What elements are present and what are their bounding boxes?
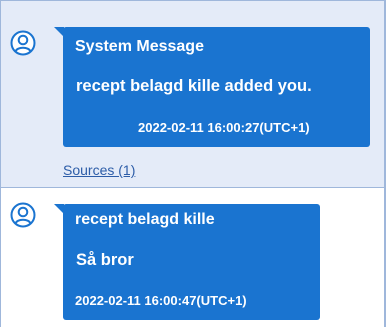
bubble-tail <box>54 204 64 214</box>
message-bubble: System Message recept belagd kille added… <box>54 27 370 147</box>
message-text: Så bror <box>76 251 134 269</box>
message-sender: System Message <box>75 38 204 55</box>
message-sender: recept belagd kille <box>75 211 215 228</box>
message-text: recept belagd kille added you. <box>76 77 312 95</box>
bubble-tail <box>54 27 64 37</box>
user-avatar-icon <box>10 202 36 228</box>
chat-message-list: System Message recept belagd kille added… <box>0 0 390 327</box>
message-bubble: recept belagd kille Så bror 2022-02-11 1… <box>54 204 320 320</box>
message-timestamp: 2022-02-11 16:00:27(UTC+1) <box>138 120 310 135</box>
user-avatar-icon <box>10 30 36 56</box>
message-timestamp: 2022-02-11 16:00:47(UTC+1) <box>75 293 247 308</box>
sources-link[interactable]: Sources (1) <box>63 162 135 178</box>
